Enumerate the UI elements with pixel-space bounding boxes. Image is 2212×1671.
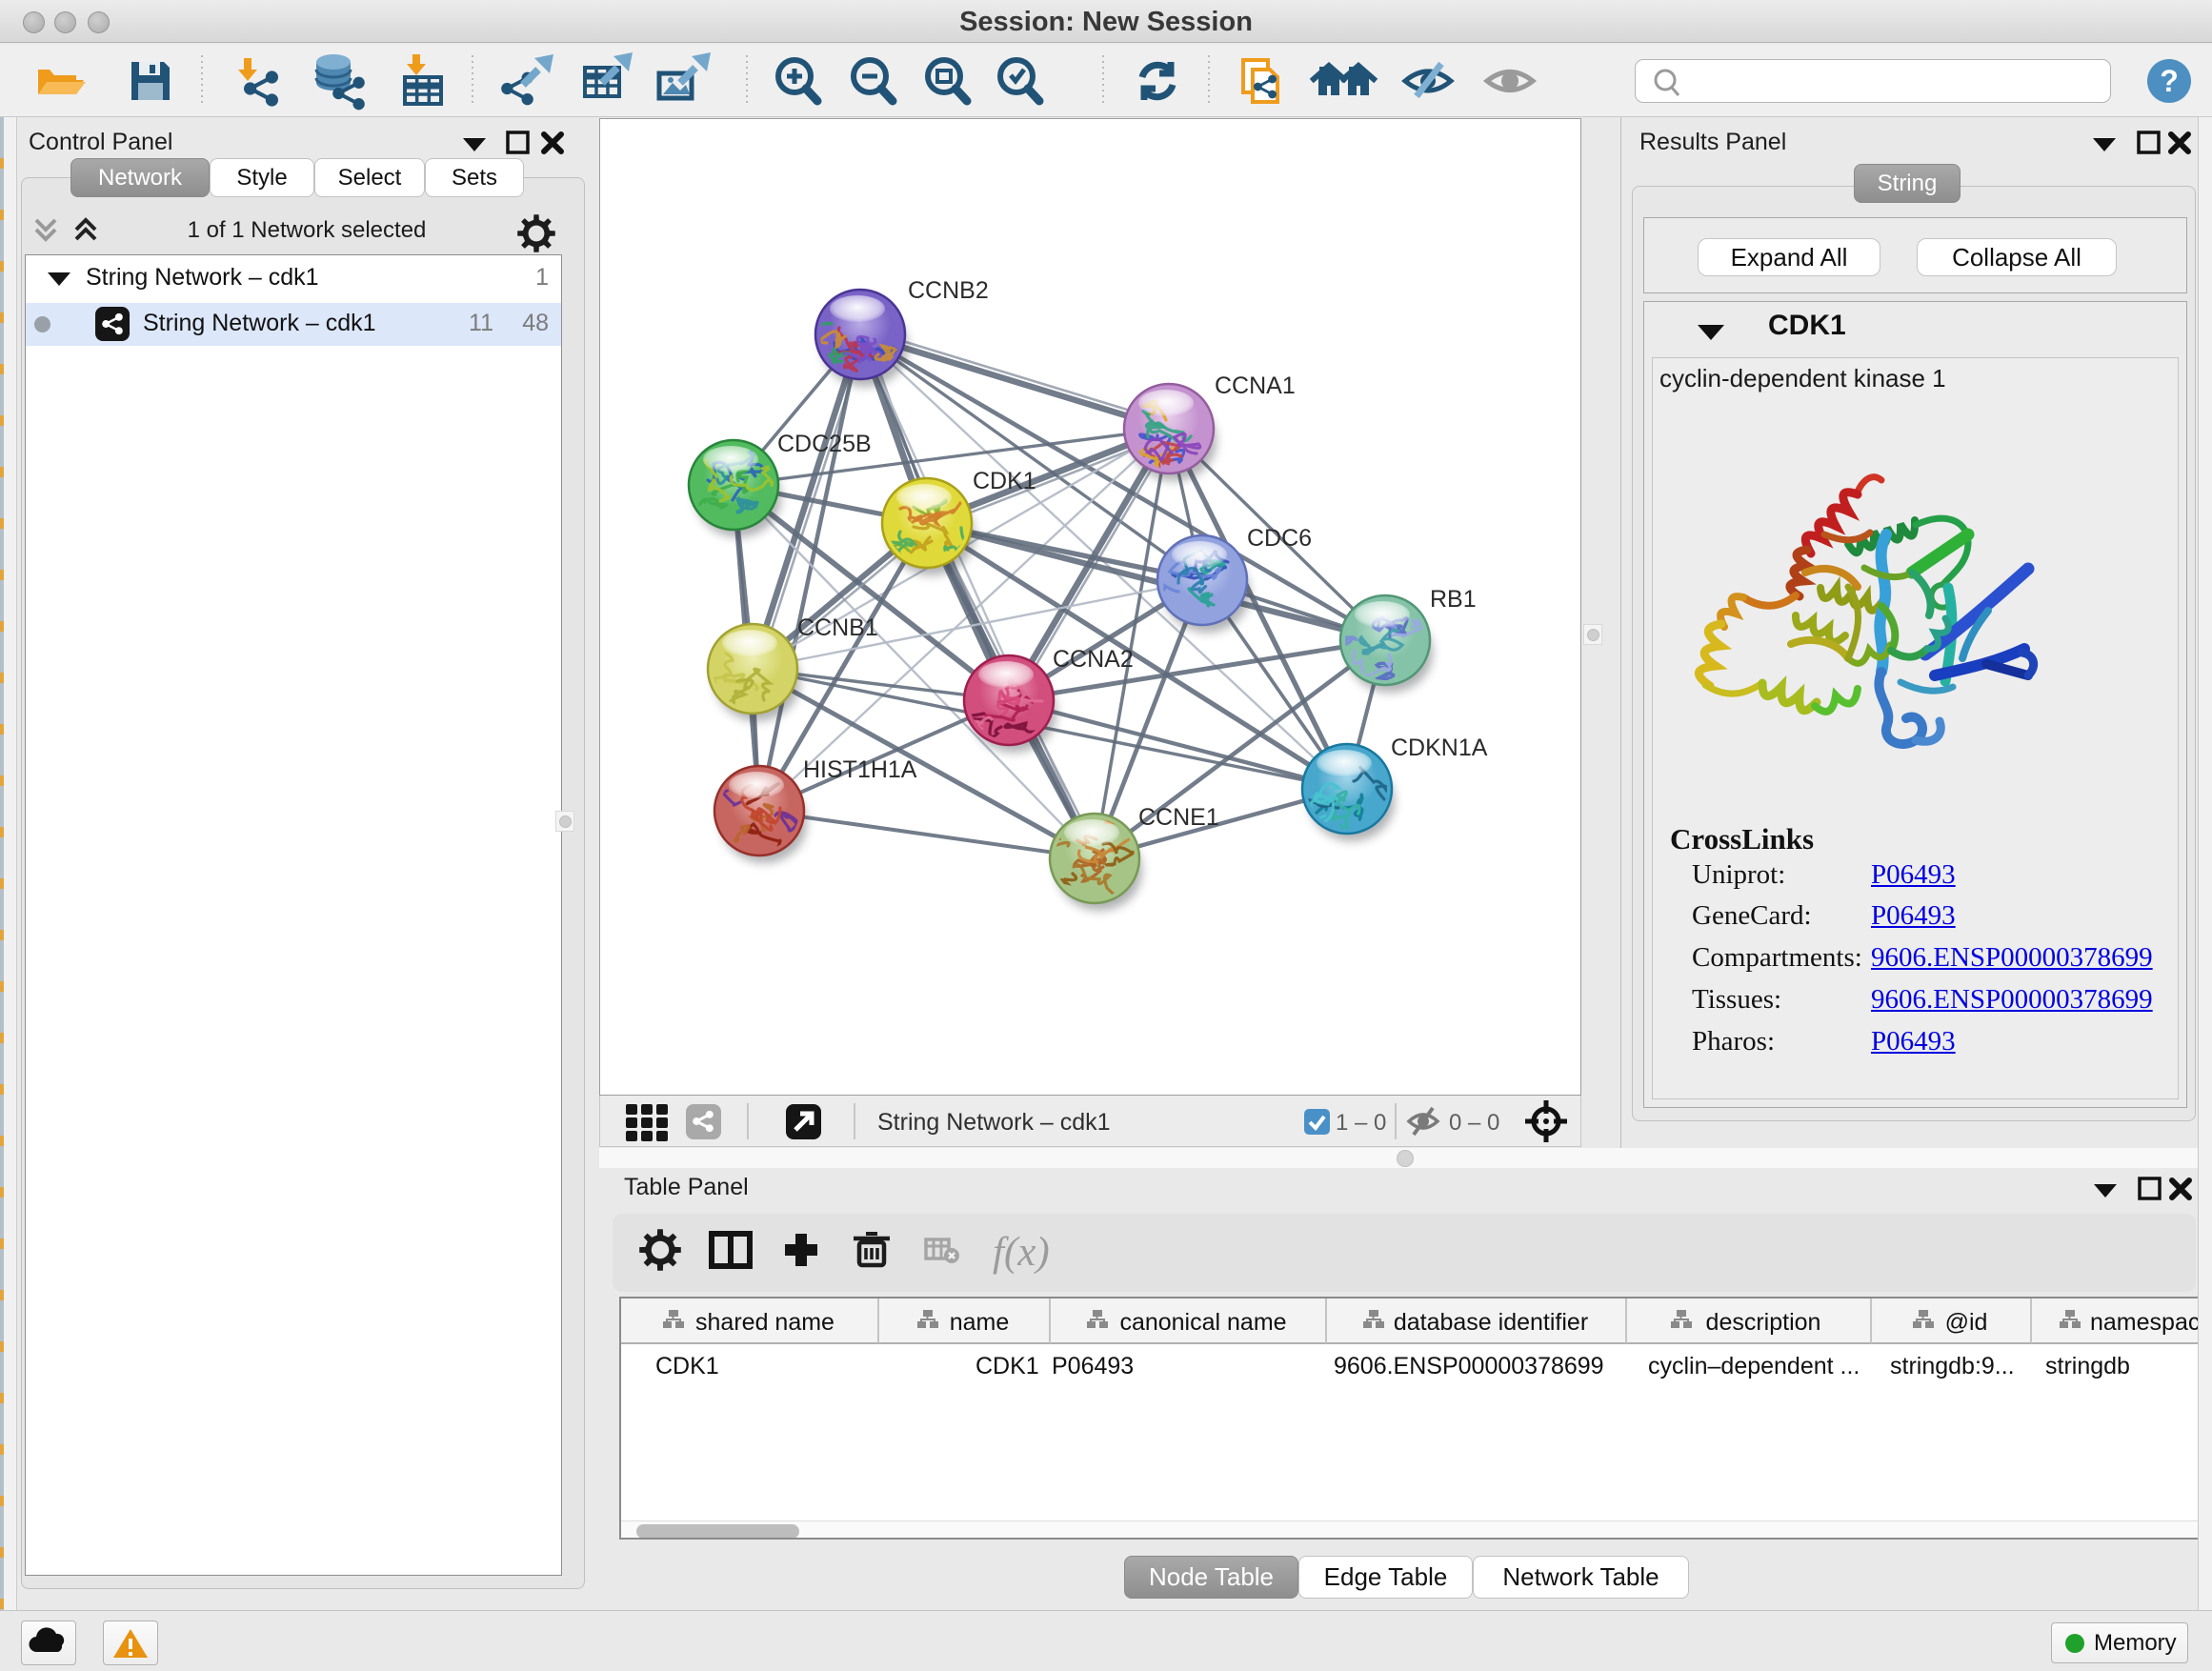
svg-text:1 – 0: 1 – 0 [1336,1110,1386,1136]
svg-text:String Network – cdk1: String Network – cdk1 [877,1109,1111,1136]
svg-text:CDC25B: CDC25B [777,431,872,457]
svg-text:description: description [1706,1309,1821,1336]
svg-text:CCNE1: CCNE1 [1138,804,1219,831]
svg-text:CCNA1: CCNA1 [1215,372,1296,399]
svg-text:P06493: P06493 [1052,1353,1134,1379]
svg-text:stringdb: stringdb [2045,1353,2130,1379]
svg-text:CCNB2: CCNB2 [908,277,989,304]
svg-text:?: ? [2160,64,2179,98]
svg-text:CDK1: CDK1 [973,468,1036,494]
svg-text:RB1: RB1 [1430,586,1477,613]
svg-text:canonical name: canonical name [1119,1309,1286,1336]
svg-text:stringdb:9...: stringdb:9... [1890,1353,2015,1379]
svg-text:CDK1: CDK1 [655,1353,719,1379]
svg-text:f(x): f(x) [993,1230,1050,1275]
svg-text:CCNA2: CCNA2 [1053,646,1134,673]
svg-text:database identifier: database identifier [1394,1309,1588,1336]
svg-text:shared name: shared name [695,1309,835,1336]
svg-text:0 – 0: 0 – 0 [1449,1110,1499,1136]
svg-text:9606.ENSP00000378699: 9606.ENSP00000378699 [1334,1353,1604,1379]
svg-text:CDC6: CDC6 [1247,525,1312,552]
svg-text:CCNB1: CCNB1 [797,614,878,641]
svg-text:CDKN1A: CDKN1A [1391,735,1488,761]
svg-text:HIST1H1A: HIST1H1A [803,756,917,783]
svg-text:cyclin–dependent ...: cyclin–dependent ... [1648,1353,1860,1379]
svg-text:name: name [950,1309,1010,1336]
svg-text:@id: @id [1945,1309,1988,1336]
svg-text:CDK1: CDK1 [975,1353,1039,1379]
svg-text:namespace: namespace [2090,1309,2212,1336]
